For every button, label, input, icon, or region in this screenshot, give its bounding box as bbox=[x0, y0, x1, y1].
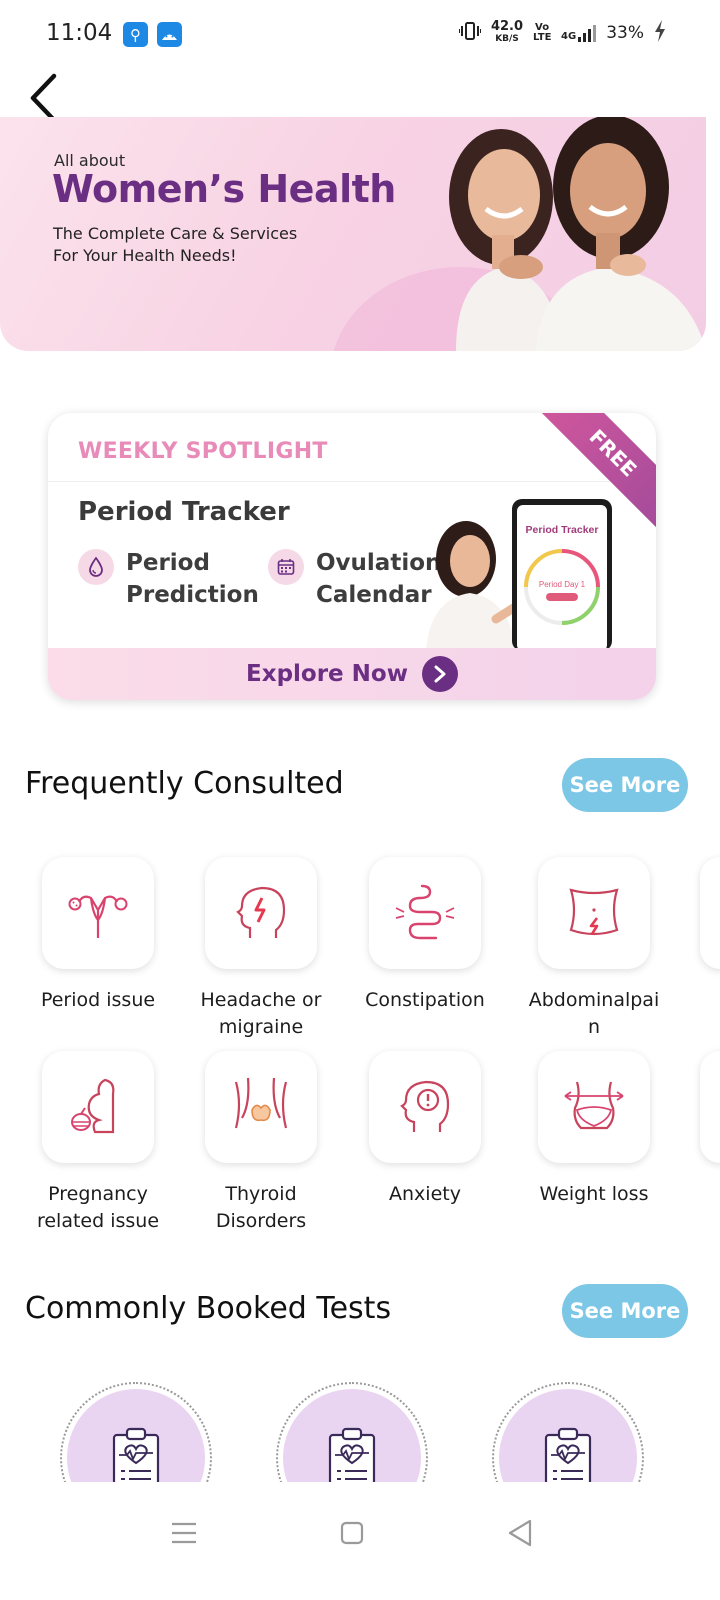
banner-subtitle-line2: For Your Health Needs! bbox=[53, 246, 237, 265]
frequently-consulted-title: Frequently Consulted bbox=[25, 766, 344, 801]
consult-label-line2: n bbox=[587, 1016, 601, 1038]
banner-subtitle-line1: The Complete Care & Services bbox=[53, 224, 298, 243]
status-bar: 11:04 ⚲ 42.0 KB/S Vo LTE 4G 33% bbox=[0, 0, 720, 70]
chevron-right-icon bbox=[421, 656, 458, 692]
consult-item-headache[interactable]: Headache or migraine bbox=[171, 857, 351, 1041]
consult-label-line1: Period issue bbox=[40, 989, 156, 1011]
consult-label-line1: Headache or bbox=[200, 989, 322, 1011]
womens-health-banner: All about Women’s Health The Complete Ca… bbox=[0, 117, 706, 351]
banner-subtitle: The Complete Care & Services For Your He… bbox=[53, 223, 353, 267]
back-triangle-icon bbox=[508, 1519, 532, 1547]
explore-now-label: Explore Now bbox=[246, 661, 408, 687]
uterus-icon bbox=[42, 857, 154, 969]
frequently-consulted-see-more-button[interactable]: See More bbox=[562, 758, 688, 812]
consult-label-line1: Weight loss bbox=[539, 1183, 649, 1205]
consult-label: Anxiety bbox=[335, 1181, 515, 1208]
commonly-booked-tests-title: Commonly Booked Tests bbox=[25, 1291, 392, 1326]
consult-label: Constipation bbox=[335, 987, 515, 1014]
spotlight-heading: WEEKLY SPOTLIGHT bbox=[78, 439, 328, 464]
volte-indicator: Vo LTE bbox=[533, 22, 552, 43]
chevron-left-icon bbox=[30, 73, 57, 123]
women-photo-illustration bbox=[449, 117, 706, 351]
phone-period-day: Period Day 1 bbox=[539, 580, 586, 589]
intestine-icon bbox=[369, 857, 481, 969]
anxiety-icon bbox=[369, 1051, 481, 1163]
feature-label-line2: Prediction bbox=[126, 582, 259, 608]
consult-item-period-issue[interactable]: Period issue bbox=[8, 857, 188, 1014]
headache-icon bbox=[205, 857, 317, 969]
consult-label-line1: Abdominalpai bbox=[528, 989, 660, 1011]
pregnancy-icon bbox=[42, 1051, 154, 1163]
charging-icon bbox=[654, 20, 666, 46]
feature-label-line1: Period bbox=[126, 550, 210, 576]
system-back-button[interactable] bbox=[490, 1508, 550, 1558]
menu-icon bbox=[172, 1522, 196, 1544]
spotlight-title: Period Tracker bbox=[78, 497, 290, 527]
consult-label-line1: Constipation bbox=[365, 989, 485, 1011]
consult-label: Headache or migraine bbox=[171, 987, 351, 1041]
consult-label: Period issue bbox=[8, 987, 188, 1014]
vibrate-icon bbox=[457, 21, 482, 45]
battery-level: 33% bbox=[606, 23, 644, 43]
weight-loss-icon bbox=[538, 1051, 650, 1163]
consult-item-partial[interactable] bbox=[700, 857, 720, 969]
thyroid-icon bbox=[205, 1051, 317, 1163]
phone-title: Period Tracker bbox=[526, 524, 599, 536]
weekly-spotlight-card[interactable]: WEEKLY SPOTLIGHT FREE Period Tracker Per… bbox=[48, 413, 656, 700]
speed-unit: KB/S bbox=[495, 34, 519, 44]
consult-item-weight-loss[interactable]: Weight loss bbox=[504, 1051, 684, 1208]
feature-label: Period Prediction bbox=[126, 547, 276, 611]
usb-icon: ⚲ bbox=[123, 22, 148, 47]
calendar-icon bbox=[268, 549, 304, 585]
home-button[interactable] bbox=[322, 1508, 382, 1558]
consult-label-line2: Disorders bbox=[215, 1210, 307, 1232]
consult-label-line1: Anxiety bbox=[389, 1183, 461, 1205]
consult-item-thyroid[interactable]: Thyroid Disorders bbox=[171, 1051, 351, 1235]
consult-item-pregnancy[interactable]: Pregnancy related issue bbox=[8, 1051, 188, 1235]
droplet-icon bbox=[78, 549, 114, 585]
signal-icon: 4G bbox=[561, 24, 597, 42]
consult-item-constipation[interactable]: Constipation bbox=[335, 857, 515, 1014]
consult-label: Abdominalpai n bbox=[504, 987, 684, 1041]
consult-item-anxiety[interactable]: Anxiety bbox=[335, 1051, 515, 1208]
system-navigation-bar bbox=[0, 1482, 720, 1600]
consult-label: Weight loss bbox=[504, 1181, 684, 1208]
speed-value: 42.0 bbox=[490, 19, 524, 34]
consult-label-line2: migraine bbox=[218, 1016, 304, 1038]
android-icon bbox=[157, 22, 182, 47]
consult-label-line1: Thyroid bbox=[225, 1183, 297, 1205]
network-type: 4G bbox=[561, 31, 577, 42]
status-time: 11:04 bbox=[46, 20, 113, 46]
consult-label: Thyroid Disorders bbox=[171, 1181, 351, 1235]
consult-item-abdominal-pain[interactable]: Abdominalpai n bbox=[504, 857, 684, 1041]
home-square-icon bbox=[340, 1521, 364, 1545]
consult-label-line2: related issue bbox=[36, 1210, 160, 1232]
period-tracker-illustration: Period Tracker Period Day 1 bbox=[426, 499, 612, 651]
network-speed: 42.0 KB/S bbox=[490, 19, 524, 45]
explore-now-button[interactable]: Explore Now bbox=[48, 648, 656, 700]
recent-apps-button[interactable] bbox=[154, 1508, 214, 1558]
consult-label-line1: Pregnancy bbox=[48, 1183, 148, 1205]
commonly-booked-tests-see-more-button[interactable]: See More bbox=[562, 1284, 688, 1338]
consult-label: Pregnancy related issue bbox=[8, 1181, 188, 1235]
abdomen-pain-icon bbox=[538, 857, 650, 969]
consult-item-partial[interactable] bbox=[700, 1051, 720, 1163]
banner-title: Women’s Health bbox=[52, 167, 396, 211]
status-indicators: 42.0 KB/S Vo LTE 4G 33% bbox=[457, 19, 666, 46]
feature-period-prediction: Period Prediction bbox=[78, 547, 276, 611]
spotlight-divider bbox=[48, 481, 656, 482]
